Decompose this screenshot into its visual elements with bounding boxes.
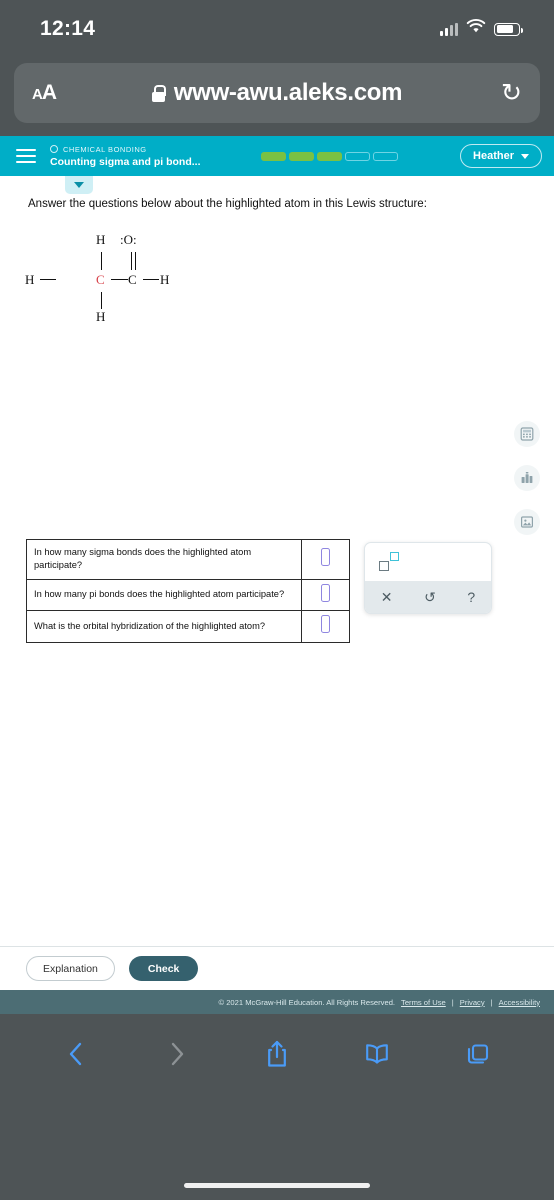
answer-cell-pi[interactable] bbox=[301, 578, 350, 612]
accessibility-link[interactable]: Accessibility bbox=[499, 998, 540, 1007]
battery-icon bbox=[494, 22, 523, 36]
footer-separator: | bbox=[451, 997, 454, 1007]
cellular-signal-icon bbox=[440, 22, 458, 36]
ios-browser-toolbar bbox=[0, 1014, 554, 1094]
progress-segment bbox=[288, 151, 314, 161]
wifi-icon bbox=[466, 19, 486, 39]
answer-input-pi[interactable] bbox=[321, 583, 330, 602]
lewis-atom-right-h: H bbox=[160, 272, 170, 287]
text-size-button[interactable]: AA bbox=[32, 81, 57, 105]
check-button[interactable]: Check bbox=[128, 956, 199, 981]
hamburger-menu-icon[interactable] bbox=[16, 149, 36, 163]
calculator-icon[interactable] bbox=[514, 421, 540, 447]
question-text: In how many pi bonds does the highlighte… bbox=[26, 578, 302, 612]
question-text: In how many sigma bonds does the highlig… bbox=[26, 539, 302, 580]
chevron-down-icon bbox=[74, 182, 84, 188]
status-indicators bbox=[440, 19, 523, 39]
action-bar: Explanation Check bbox=[0, 946, 554, 990]
collapse-header-button[interactable] bbox=[65, 176, 93, 194]
status-clock: 12:14 bbox=[40, 17, 96, 40]
palette-actions-row: ✕ ↺ ? bbox=[365, 581, 491, 613]
input-tool-palette: ✕ ↺ ? bbox=[364, 542, 492, 614]
reload-icon[interactable]: ↻ bbox=[501, 80, 522, 106]
tabs-icon[interactable] bbox=[456, 1032, 500, 1076]
aleks-header: CHEMICAL BONDING Counting sigma and pi b… bbox=[0, 136, 554, 176]
user-menu-button[interactable]: Heather bbox=[460, 144, 542, 168]
superscript-tool-icon[interactable] bbox=[379, 552, 403, 572]
question-text: What is the orbital hybridization of the… bbox=[26, 610, 302, 643]
answer-cell-hybridization[interactable] bbox=[301, 610, 350, 643]
progress-segment bbox=[316, 151, 342, 161]
lock-icon bbox=[151, 84, 167, 102]
bond-c-h-right bbox=[143, 279, 159, 281]
ios-status-bar: 12:14 bbox=[0, 0, 554, 58]
table-row: In how many pi bonds does the highlighte… bbox=[26, 578, 350, 612]
undo-icon[interactable]: ↺ bbox=[424, 589, 436, 606]
lewis-structure-diagram: H :O: H C C H H bbox=[0, 224, 554, 329]
home-indicator bbox=[184, 1183, 370, 1188]
copyright-text: © 2021 McGraw-Hill Education. All Rights… bbox=[218, 997, 396, 1007]
lewis-atom-highlighted-carbon: C bbox=[96, 272, 105, 287]
progress-segment bbox=[260, 151, 286, 161]
question-table: In how many sigma bonds does the highlig… bbox=[26, 539, 350, 643]
topic-dot-icon bbox=[50, 145, 58, 153]
user-name-label: Heather bbox=[473, 150, 514, 162]
back-chevron-icon[interactable] bbox=[54, 1032, 98, 1076]
periodic-table-chart-icon[interactable] bbox=[514, 465, 540, 491]
terms-of-use-link[interactable]: Terms of Use bbox=[401, 998, 446, 1007]
privacy-link[interactable]: Privacy bbox=[460, 998, 485, 1007]
lewis-atom-carbon-right: C bbox=[128, 272, 137, 287]
answer-input-hybridization[interactable] bbox=[321, 615, 330, 634]
topic-label: CHEMICAL BONDING bbox=[63, 144, 147, 154]
lewis-atom-top-h: H bbox=[96, 232, 106, 247]
bookmarks-book-icon[interactable] bbox=[355, 1032, 399, 1076]
chevron-down-icon bbox=[521, 153, 529, 159]
lewis-atom-left-h: H bbox=[25, 272, 35, 287]
safari-url-bar-container: AA www-awu.aleks.com ↻ bbox=[0, 58, 554, 136]
topic-kicker: CHEMICAL BONDING bbox=[50, 145, 201, 154]
bond-c-h-top bbox=[101, 252, 103, 270]
clear-icon[interactable]: ✕ bbox=[381, 589, 393, 606]
table-row: What is the orbital hybridization of the… bbox=[26, 610, 350, 643]
reference-image-icon[interactable] bbox=[514, 509, 540, 535]
forward-chevron-icon[interactable] bbox=[155, 1032, 199, 1076]
tool-rail bbox=[514, 421, 540, 535]
webview: CHEMICAL BONDING Counting sigma and pi b… bbox=[0, 136, 554, 1014]
bond-h-c-left bbox=[40, 279, 56, 281]
bond-c-c bbox=[111, 279, 128, 281]
answer-input-sigma[interactable] bbox=[321, 548, 330, 567]
header-titles: CHEMICAL BONDING Counting sigma and pi b… bbox=[50, 145, 201, 168]
lewis-atom-oxygen: :O: bbox=[120, 232, 137, 247]
url-display: www-awu.aleks.com bbox=[14, 79, 540, 107]
lewis-atom-bottom-h: H bbox=[96, 309, 106, 324]
phone-screen: 12:14 AA www-awu.aleks.com ↻ CHEMICAL BO… bbox=[0, 0, 554, 1200]
table-row: In how many sigma bonds does the highlig… bbox=[26, 539, 350, 580]
footer-separator: | bbox=[490, 997, 493, 1007]
help-icon[interactable]: ? bbox=[467, 589, 475, 605]
answer-cell-sigma[interactable] bbox=[301, 539, 350, 580]
url-text: www-awu.aleks.com bbox=[173, 79, 403, 106]
bond-c-o-double-b bbox=[135, 252, 137, 270]
bond-c-h-bottom bbox=[101, 292, 103, 309]
bond-c-o-double-a bbox=[131, 252, 133, 270]
progress-bar bbox=[260, 151, 398, 161]
explanation-button[interactable]: Explanation bbox=[26, 956, 115, 981]
share-icon[interactable] bbox=[255, 1032, 299, 1076]
progress-segment bbox=[344, 151, 370, 161]
url-bar[interactable]: AA www-awu.aleks.com ↻ bbox=[14, 63, 540, 123]
lesson-title: Counting sigma and pi bond... bbox=[50, 155, 201, 168]
progress-segment bbox=[372, 151, 398, 161]
page-footer: © 2021 McGraw-Hill Education. All Rights… bbox=[0, 990, 554, 1014]
palette-tools-row bbox=[365, 543, 491, 581]
